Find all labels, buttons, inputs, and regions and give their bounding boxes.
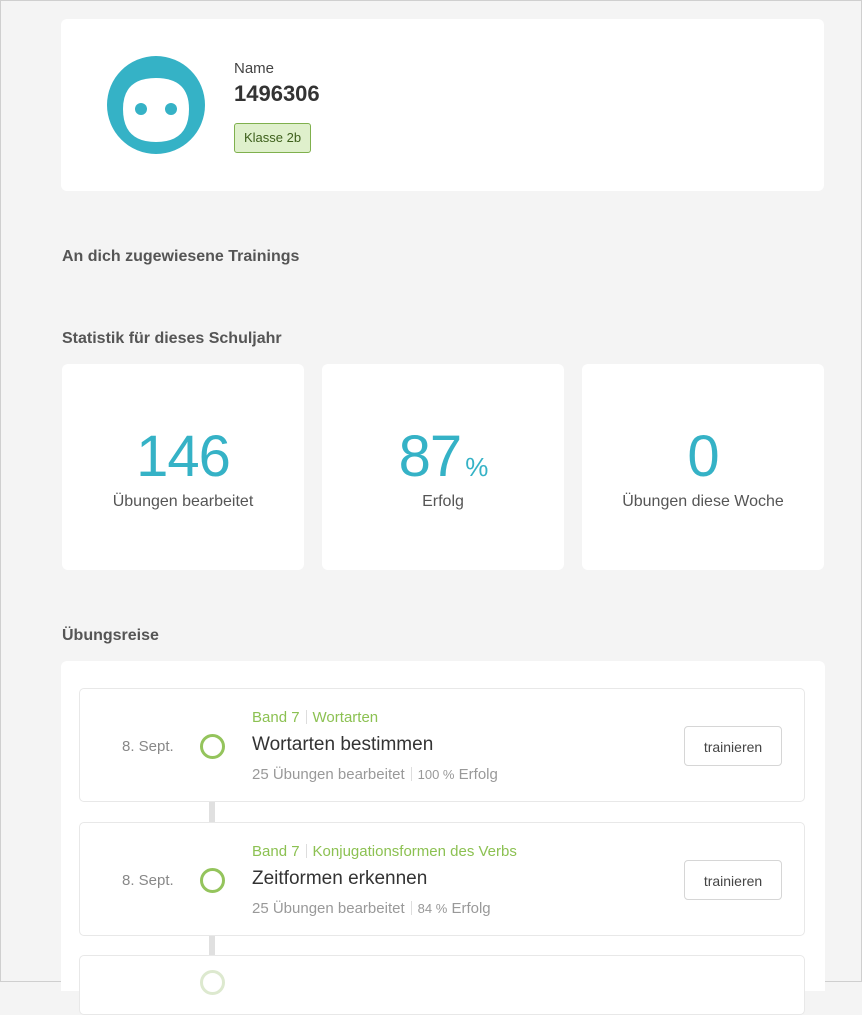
entry-title: Wortarten bestimmen: [252, 734, 434, 755]
entry-meta: Band 7 Wortarten: [252, 709, 378, 726]
entry-stats: 25 Übungen bearbeitet 84 % Erfolg: [252, 900, 491, 917]
entry-stats: 25 Übungen bearbeitet 100 % Erfolg: [252, 766, 498, 783]
stat-card-success: 87% Erfolg: [322, 364, 564, 570]
journey-heading: Übungsreise: [62, 627, 159, 644]
avatar-icon: [107, 56, 205, 154]
journey-entry: [79, 955, 805, 1015]
entry-count: 25 Übungen bearbeitet: [252, 900, 405, 917]
class-badge: Klasse 2b: [234, 123, 312, 153]
divider: [410, 901, 412, 915]
entry-topic[interactable]: Wortarten: [313, 709, 379, 726]
divider: [305, 844, 307, 858]
entry-count: 25 Übungen bearbeitet: [252, 766, 405, 783]
entry-band: Band 7: [252, 843, 300, 860]
stat-label: Erfolg: [422, 493, 464, 510]
user-id: 1496306: [234, 81, 320, 106]
assigned-trainings-heading: An dich zugewiesene Trainings: [62, 248, 300, 265]
journey-entry: 8. Sept. Band 7 Wortarten Wortarten besti…: [79, 688, 805, 802]
timeline-node: [200, 970, 225, 995]
stat-card-exercises: 146 Übungen bearbeitet: [62, 364, 304, 570]
train-button[interactable]: trainieren: [684, 860, 782, 900]
stat-card-week: 0 Übungen diese Woche: [582, 364, 824, 570]
entry-success-label: Erfolg: [458, 766, 498, 783]
entry-success-label: Erfolg: [451, 900, 491, 917]
entry-percent: 84 %: [417, 901, 448, 916]
timeline-node: [200, 734, 225, 759]
divider: [305, 710, 307, 724]
stat-label: Übungen bearbeitet: [112, 493, 254, 510]
entry-percent: 100 %: [417, 767, 455, 782]
stat-label: Übungen diese Woche: [622, 493, 784, 510]
name-label: Name: [234, 60, 275, 77]
stat-value: 0: [687, 424, 719, 489]
divider: [410, 767, 412, 781]
stat-value: 146: [136, 424, 231, 489]
stat-unit: %: [465, 452, 488, 482]
profile-card: Name 1496306 Klasse 2b: [61, 19, 824, 191]
journey-card: 8. Sept. Band 7 Wortarten Wortarten besti…: [61, 661, 825, 1015]
journey-entry: 8. Sept. Band 7 Konjugationsformen des Ve…: [79, 822, 805, 936]
timeline-node: [200, 868, 225, 893]
train-button[interactable]: trainieren: [684, 726, 782, 766]
entry-date: 8. Sept.: [122, 872, 174, 889]
entry-title: Zeitformen erkennen: [252, 868, 428, 889]
entry-band: Band 7: [252, 709, 300, 726]
entry-topic[interactable]: Konjugationsformen des Verbs: [313, 843, 517, 860]
entry-date: 8. Sept.: [122, 738, 174, 755]
entry-meta: Band 7 Konjugationsformen des Verbs: [252, 843, 517, 860]
stat-value: 87%: [398, 424, 489, 489]
statistics-heading: Statistik für dieses Schuljahr: [62, 330, 282, 347]
